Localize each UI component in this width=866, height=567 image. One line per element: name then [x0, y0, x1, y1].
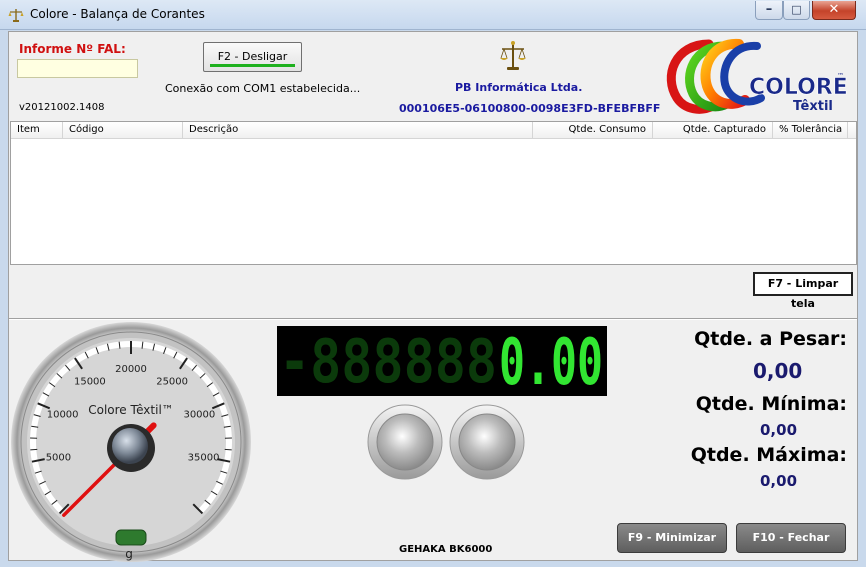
serial-number: 000106E5-06100800-0098E3FD-BFEBFBFF — [399, 102, 661, 115]
lamp-left — [367, 404, 443, 480]
column-descricao[interactable]: Descrição — [183, 122, 533, 139]
weight-gauge: 5000 10000 15000 20000 25000 30000 35000 Color… — [11, 322, 251, 562]
fal-input[interactable] — [17, 59, 138, 78]
company-name: PB Informática Ltda. — [455, 81, 583, 94]
gauge-tick — [30, 448, 38, 451]
close-icon: ✕ — [828, 2, 840, 17]
balance-scale-icon — [500, 41, 526, 70]
minimize-button[interactable]: F9 - Minimizar — [617, 523, 727, 553]
clear-screen-button[interactable]: F7 - Limpar tela — [753, 272, 853, 310]
column-codigo[interactable]: Código — [63, 122, 183, 139]
gauge-tick-label: 15000 — [74, 376, 106, 387]
window-title: Colore - Balança de Corantes — [30, 7, 205, 21]
logo-subtitle: Têxtil — [793, 99, 833, 114]
qtde-pesar-value: 0,00 — [753, 359, 803, 383]
connection-status: Conexão com COM1 estabelecida... — [165, 82, 361, 95]
qtde-minima-label: Qtde. Mínima: — [695, 393, 847, 415]
grid-header: Item Código Descrição Qtde. Consumo Qtde… — [11, 122, 856, 139]
scale-icon — [8, 9, 24, 22]
fal-label: Informe Nº FAL: — [19, 42, 126, 56]
gauge-brand: Colore Têxtil™ — [88, 403, 174, 417]
gauge-unit: g — [125, 547, 133, 561]
title-bar: Colore - Balança de Corantes – □ ✕ — [0, 0, 866, 30]
disconnect-button[interactable]: F2 - Desligar — [203, 42, 302, 72]
gauge-tick-label: 25000 — [156, 376, 188, 387]
gauge-tick-label: 5000 — [46, 452, 71, 463]
display-dim-digits: -888888 — [279, 327, 497, 396]
maximize-window-button[interactable]: □ — [783, 1, 810, 20]
qtde-maxima-value: 0,00 — [760, 472, 798, 490]
minimize-window-button[interactable]: – — [755, 1, 783, 20]
gauge-tick-label: 35000 — [188, 452, 220, 463]
maximize-icon: □ — [791, 3, 802, 16]
scale-model: GEHAKA BK6000 — [399, 544, 493, 555]
column-item[interactable]: Item — [11, 122, 63, 139]
logo-trademark: ™ — [837, 72, 844, 80]
display-value: 0.00 — [499, 326, 603, 396]
gauge-tick — [224, 448, 232, 451]
column-qtde-capturado[interactable]: Qtde. Capturado — [653, 122, 773, 139]
gauge-tick-label: 30000 — [183, 410, 215, 421]
colore-textil-logo: COLORE Têxtil ™ — [666, 38, 848, 114]
items-grid[interactable]: Item Código Descrição Qtde. Consumo Qtde… — [10, 121, 857, 265]
qtde-minima-value: 0,00 — [760, 421, 798, 439]
disconnect-button-label: F2 - Desligar — [217, 50, 288, 63]
digital-weight-display: -888888 0.00 — [277, 326, 607, 396]
gauge-tick-label: 20000 — [115, 364, 147, 375]
close-button[interactable]: F10 - Fechar — [736, 523, 846, 553]
gauge-hub — [112, 428, 148, 464]
main-panel: Informe Nº FAL: v20121002.1408 F2 - Desl… — [8, 31, 858, 562]
close-window-button[interactable]: ✕ — [812, 1, 856, 20]
column-qtde-consumo[interactable]: Qtde. Consumo — [533, 122, 653, 139]
version-label: v20121002.1408 — [19, 102, 105, 113]
indicator-lamps — [367, 404, 525, 480]
qtde-maxima-label: Qtde. Máxima: — [690, 444, 847, 466]
column-tolerancia[interactable]: % Tolerância — [773, 122, 848, 139]
qtde-pesar-label: Qtde. a Pesar: — [694, 328, 847, 350]
gauge-status-led — [115, 529, 147, 546]
lamp-right — [449, 404, 525, 480]
connection-indicator — [210, 64, 295, 67]
gauge-tick-label: 10000 — [47, 410, 79, 421]
logo-word: COLORE — [749, 75, 848, 100]
minimize-icon: – — [765, 2, 773, 17]
